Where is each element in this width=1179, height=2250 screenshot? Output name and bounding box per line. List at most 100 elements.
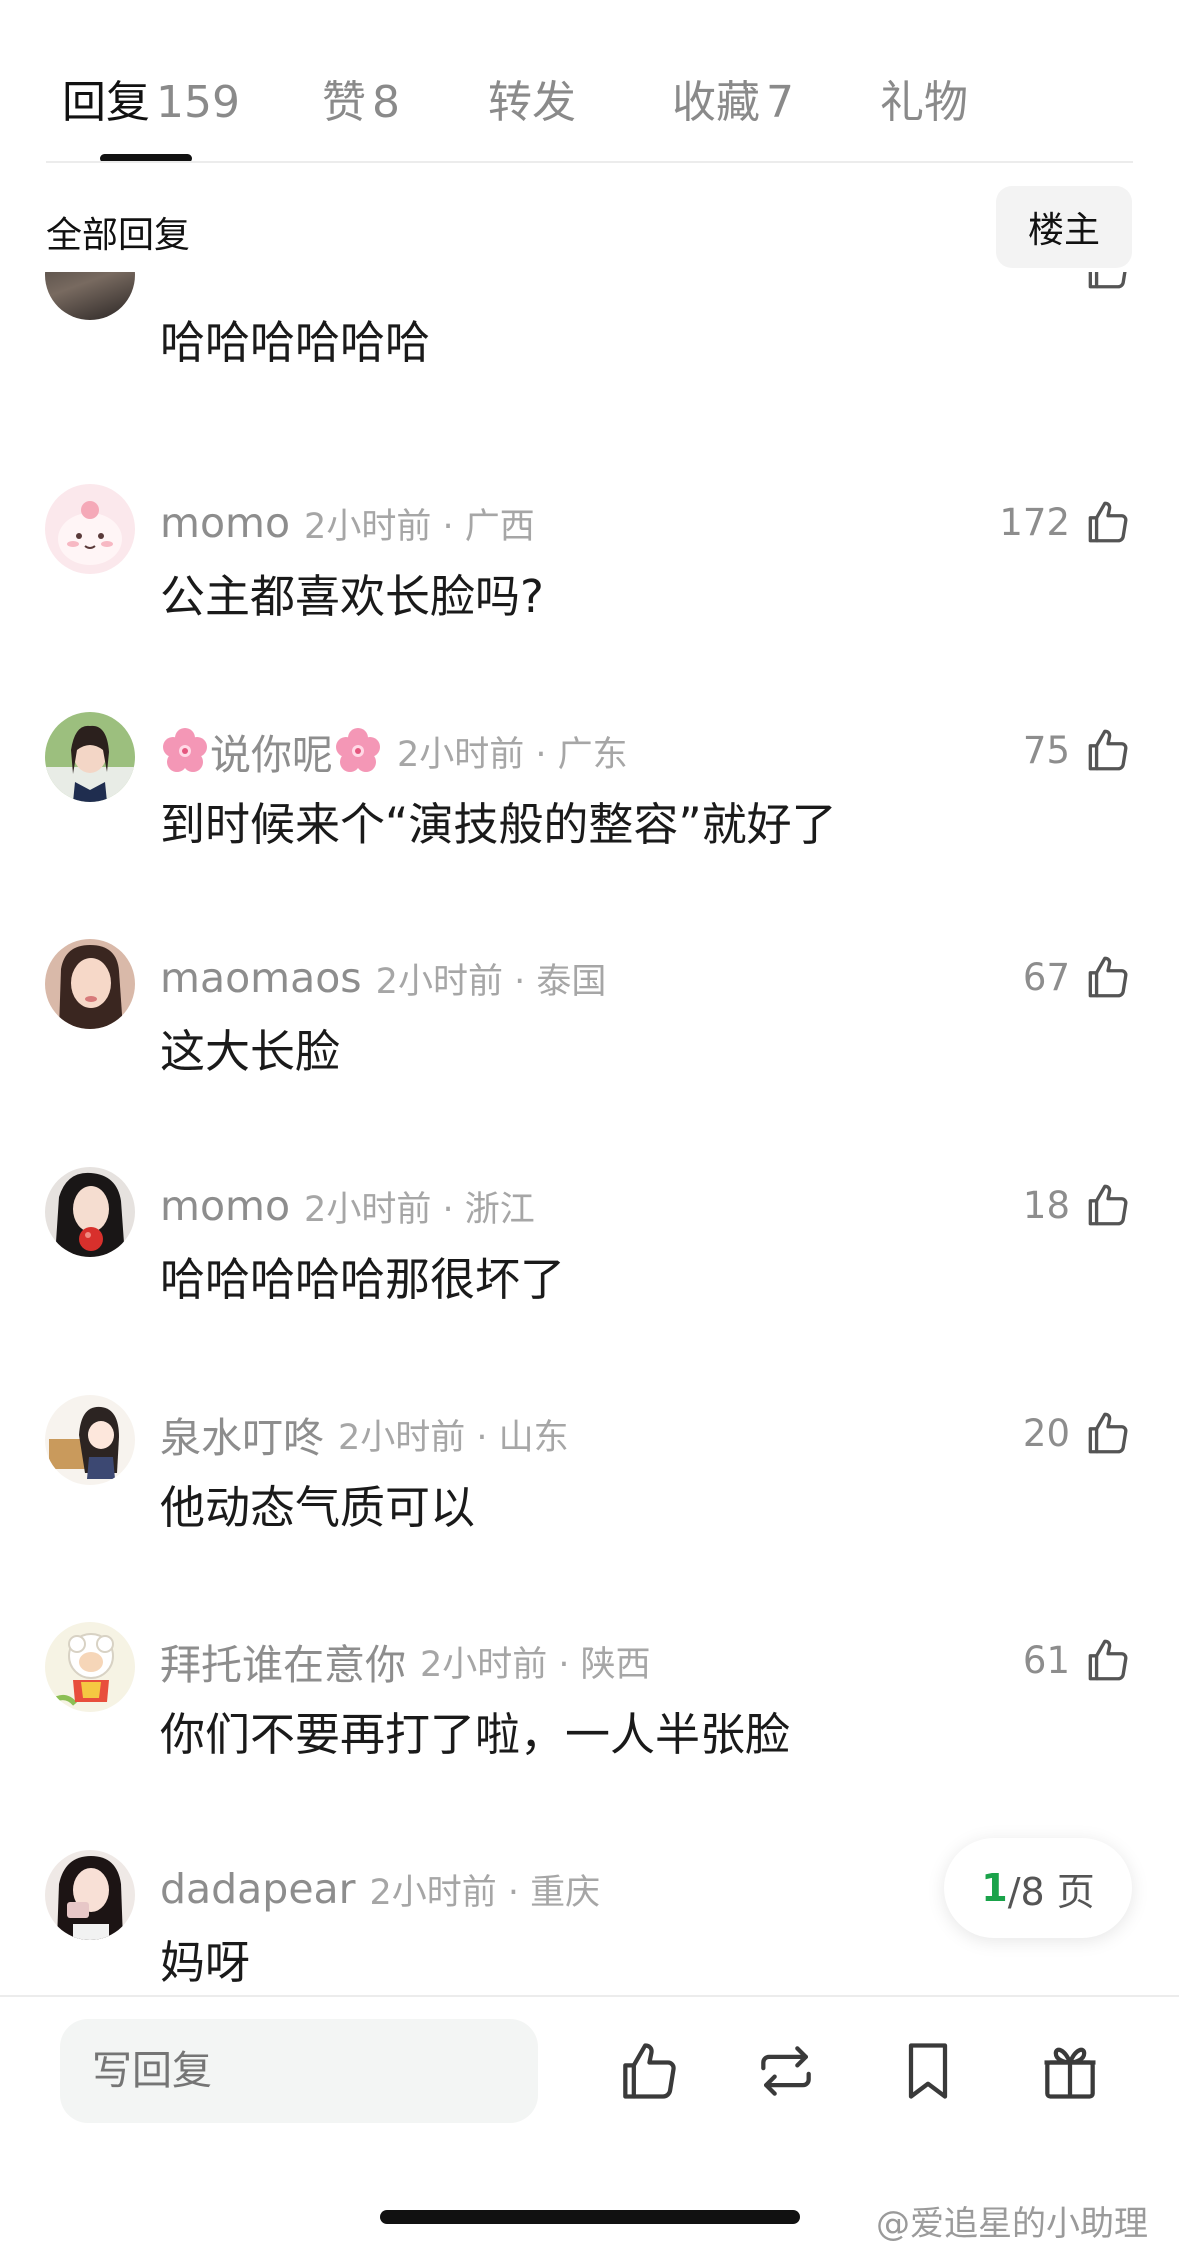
time-location: 2小时前 · 浙江	[304, 1189, 535, 1230]
thumbs-up-icon[interactable]	[1082, 1635, 1132, 1685]
comment-item[interactable]: 泉水叮咚 2小时前 · 山东 20 他动态气质可以	[0, 1395, 1179, 1622]
tab-likes[interactable]: 赞8	[322, 66, 400, 130]
tab-divider	[46, 161, 1133, 163]
comment-item[interactable]: maomaos 2小时前 · 泰国 67 这大长脸	[0, 939, 1179, 1166]
avatar-image	[45, 1395, 135, 1485]
like-count: 172	[999, 500, 1070, 544]
time-location: 2小时前 · 重庆	[369, 1872, 601, 1913]
time-location: 2小时前 · 山东	[338, 1417, 569, 1458]
avatar[interactable]	[45, 272, 135, 320]
avatar[interactable]	[45, 1167, 135, 1257]
flower-emoji-icon	[336, 728, 380, 772]
thumbs-up-icon[interactable]	[1082, 272, 1132, 293]
avatar[interactable]	[45, 939, 135, 1029]
current-page: 1	[981, 1866, 1008, 1910]
comment-item[interactable]: momo 2小时前 · 浙江 18 哈哈哈哈哈那很坏了	[0, 1167, 1179, 1394]
comment-item[interactable]: momo 2小时前 · 广西 172 公主都喜欢长脸吗?	[0, 484, 1179, 711]
tab-gifts[interactable]: 礼物	[880, 66, 968, 130]
like-count: 20	[1022, 1411, 1070, 1455]
comment-text: 哈哈哈哈哈那很坏了	[160, 1253, 566, 1306]
thumbs-up-icon[interactable]	[1082, 1408, 1132, 1458]
avatar-image	[45, 1850, 135, 1940]
avatar-image	[45, 939, 135, 1029]
page-indicator-button[interactable]: 1/8 页	[944, 1838, 1132, 1938]
tab-favorites[interactable]: 收藏 7	[672, 66, 794, 130]
comment-item[interactable]: 说你呢 2小时前 · 广东 75 到时候来个“演技般的整容”就好了	[0, 712, 1179, 939]
like-count: 67	[1022, 955, 1070, 999]
time-location: 2小时前 · 陕西	[420, 1644, 651, 1685]
username[interactable]: maomaos	[160, 954, 362, 1002]
like-control[interactable]: 61	[1023, 1632, 1132, 1688]
comment-meta: maomaos 2小时前 · 泰国	[160, 951, 606, 1005]
avatar-image	[45, 1167, 135, 1257]
like-control[interactable]: 67	[1023, 949, 1132, 1005]
tab-reposts[interactable]: 转发	[488, 66, 576, 130]
all-replies-label: 全部回复	[46, 215, 191, 256]
comment-list[interactable]: 哈哈哈哈哈哈 momo 2小时前 · 广西 172 公主都喜欢长脸吗? 说你呢 …	[0, 272, 1179, 1997]
comment-item[interactable]: 拜托谁在意你 2小时前 · 陕西 61 你们不要再打了啦，一人半张脸	[0, 1622, 1179, 1849]
comment-text: 他动态气质可以	[160, 1481, 476, 1534]
avatar[interactable]	[45, 1395, 135, 1485]
flower-emoji-icon	[163, 728, 207, 772]
tab-replies-label: 回复	[62, 77, 150, 128]
comment-text: 哈哈哈哈哈哈	[160, 316, 431, 369]
like-control[interactable]	[1070, 272, 1132, 296]
username[interactable]: 拜托谁在意你	[160, 1631, 406, 1691]
comment-text: 妈呀	[160, 1936, 251, 1989]
comment-meta: dadapear 2小时前 · 重庆	[160, 1862, 600, 1916]
tab-replies-count: 159	[156, 77, 240, 128]
comment-item[interactable]: 哈哈哈哈哈哈	[0, 272, 1179, 457]
tab-favorites-label: 收藏	[672, 77, 760, 128]
avatar[interactable]	[45, 712, 135, 802]
tab-gifts-label: 礼物	[880, 77, 968, 128]
tab-likes-count: 8	[372, 77, 400, 128]
tab-replies[interactable]: 回复 159	[62, 66, 240, 130]
thumbs-up-icon[interactable]	[1082, 725, 1132, 775]
comment-meta: 拜托谁在意你 2小时前 · 陕西	[160, 1631, 651, 1691]
username[interactable]: momo	[160, 499, 290, 547]
like-control[interactable]: 75	[1023, 722, 1132, 778]
op-only-button[interactable]: 楼主	[996, 186, 1132, 268]
comment-text: 到时候来个“演技般的整容”就好了	[160, 798, 837, 851]
comment-meta: 泉水叮咚 2小时前 · 山东	[160, 1404, 569, 1464]
avatar-image	[45, 484, 135, 574]
like-icon[interactable]	[614, 2037, 682, 2105]
tab-bar: 回复 159 赞8 转发 收藏 7 礼物	[0, 0, 1179, 163]
total-pages: /8 页	[1007, 1869, 1095, 1914]
comment-meta	[160, 272, 174, 296]
tab-reposts-label: 转发	[488, 77, 576, 128]
like-count: 18	[1022, 1183, 1070, 1227]
username[interactable]: dadapear	[160, 1865, 356, 1913]
avatar[interactable]	[45, 1622, 135, 1712]
comment-meta: momo 2小时前 · 浙江	[160, 1179, 535, 1233]
thumbs-up-icon[interactable]	[1082, 952, 1132, 1002]
watermark-text: @爱追星的小助理	[876, 2204, 1148, 2244]
comment-meta: 说你呢 2小时前 · 广东	[160, 721, 628, 781]
repost-icon[interactable]	[752, 2037, 820, 2105]
thumbs-up-icon[interactable]	[1082, 497, 1132, 547]
thumbs-up-icon[interactable]	[1082, 1180, 1132, 1230]
like-control[interactable]: 172	[999, 494, 1132, 550]
tab-favorites-count: 7	[766, 77, 794, 128]
bookmark-icon[interactable]	[894, 2037, 962, 2105]
comment-meta: momo 2小时前 · 广西	[160, 496, 535, 550]
like-count: 75	[1022, 728, 1070, 772]
username[interactable]: 泉水叮咚	[160, 1404, 324, 1464]
comment-text: 公主都喜欢长脸吗?	[160, 570, 544, 623]
home-indicator[interactable]	[380, 2210, 800, 2224]
like-control[interactable]: 20	[1023, 1405, 1132, 1461]
tab-likes-label: 赞	[322, 77, 366, 128]
username[interactable]: 说你呢	[210, 721, 333, 781]
comment-text: 你们不要再打了啦，一人半张脸	[160, 1708, 791, 1761]
gift-icon[interactable]	[1036, 2037, 1104, 2105]
time-location: 2小时前 · 广东	[397, 734, 628, 775]
avatar-image	[45, 712, 135, 802]
avatar[interactable]	[45, 484, 135, 574]
avatar[interactable]	[45, 1850, 135, 1940]
reply-input[interactable]	[60, 2019, 538, 2123]
time-location: 2小时前 · 广西	[304, 506, 535, 547]
username[interactable]: momo	[160, 1182, 290, 1230]
like-control[interactable]: 18	[1023, 1177, 1132, 1233]
time-location: 2小时前 · 泰国	[375, 961, 607, 1002]
comment-text: 这大长脸	[160, 1025, 341, 1078]
